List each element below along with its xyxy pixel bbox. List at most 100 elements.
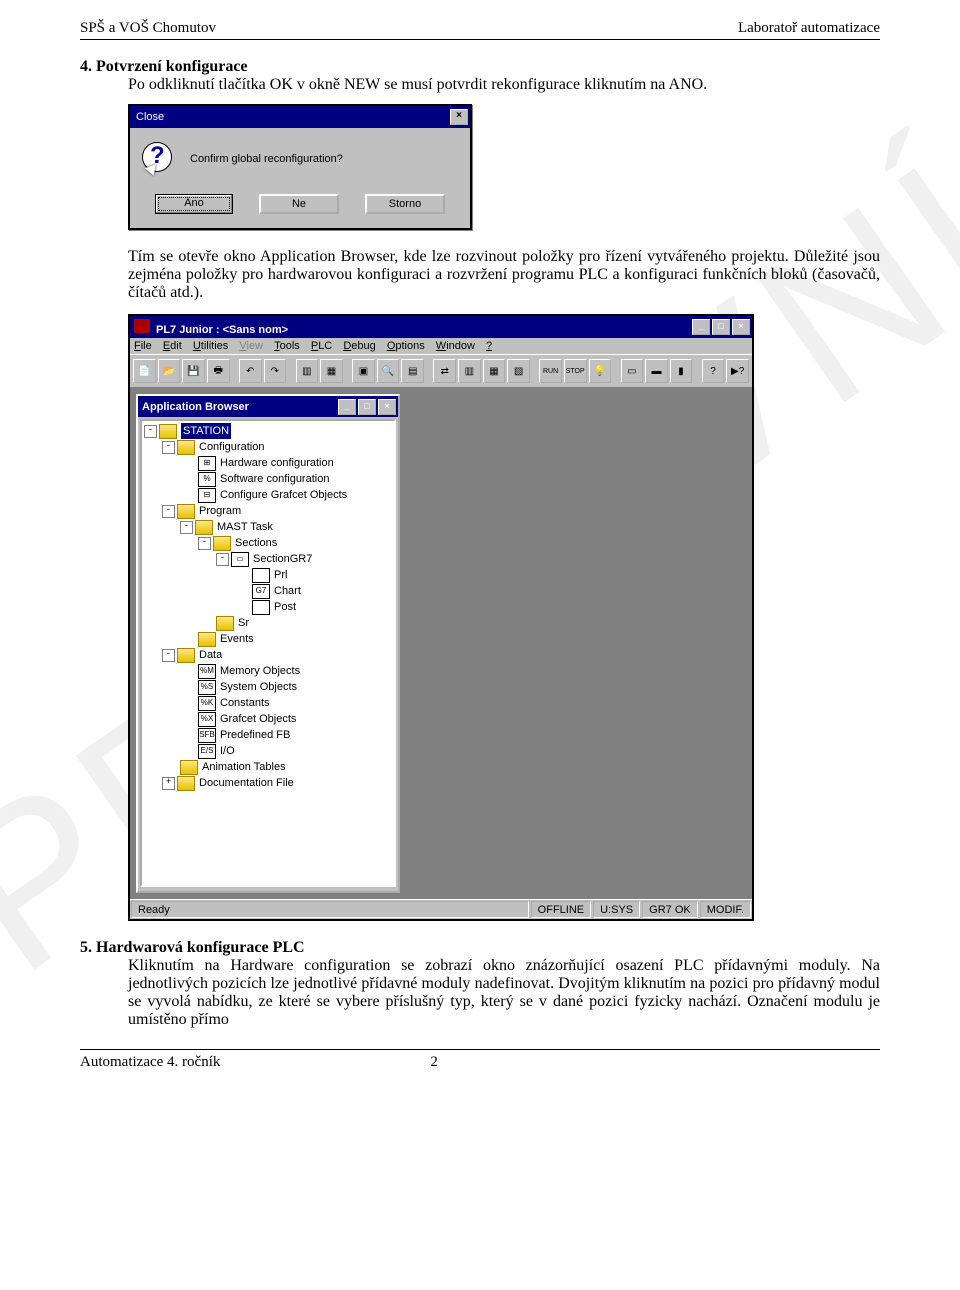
collapse-icon[interactable]: - xyxy=(180,521,193,534)
menu-help[interactable]: ? xyxy=(486,340,492,352)
folder-icon xyxy=(213,536,231,551)
tool-icon[interactable]: ▣ xyxy=(352,359,375,383)
dialog-message: Confirm global reconfiguration? xyxy=(190,153,343,165)
menu-utilities[interactable]: Utilities xyxy=(193,340,228,352)
tree-chart[interactable]: Chart xyxy=(274,583,301,599)
menu-plc[interactable]: PLC xyxy=(311,340,332,352)
collapse-icon[interactable]: - xyxy=(144,425,157,438)
tree-constants[interactable]: Constants xyxy=(220,695,270,711)
collapse-icon[interactable]: - xyxy=(162,441,175,454)
config-icon[interactable]: ▥ xyxy=(296,359,319,383)
collapse-icon[interactable]: - xyxy=(162,649,175,662)
tilev-icon[interactable]: ▮ xyxy=(670,359,693,383)
folder-icon xyxy=(177,504,195,519)
yes-button[interactable]: Ano xyxy=(155,194,233,214)
tree-system[interactable]: System Objects xyxy=(220,679,297,695)
tool-icon[interactable]: ▧ xyxy=(507,359,530,383)
menu-window[interactable]: Window xyxy=(436,340,475,352)
section5-title: 5. Hardwarová konfigurace PLC xyxy=(80,939,880,957)
tree-sectiongr7[interactable]: SectionGR7 xyxy=(253,551,312,567)
close-icon[interactable]: × xyxy=(450,109,468,125)
tree-memory[interactable]: Memory Objects xyxy=(220,663,300,679)
menubar: File Edit Utilities View Tools PLC Debug… xyxy=(130,338,752,354)
close-icon[interactable]: × xyxy=(378,399,396,415)
tree-sections[interactable]: Sections xyxy=(235,535,277,551)
tree-grafcetobj[interactable]: Grafcet Objects xyxy=(220,711,296,727)
hardware-icon: ⊞ xyxy=(198,456,216,471)
data-icon: %S xyxy=(198,680,216,695)
print-icon[interactable]: 🖶 xyxy=(207,359,230,383)
section-icon: ▭ xyxy=(231,552,249,567)
cancel-button[interactable]: Storno xyxy=(365,194,445,214)
data-icon: SFB xyxy=(198,728,216,743)
menu-view[interactable]: View xyxy=(239,340,263,352)
tree-prl[interactable]: Prl xyxy=(274,567,287,583)
collapse-icon[interactable]: - xyxy=(216,553,229,566)
tree-events[interactable]: Events xyxy=(220,631,254,647)
tree-configuration[interactable]: Configuration xyxy=(199,439,264,455)
minimize-icon[interactable]: _ xyxy=(338,399,356,415)
collapse-icon[interactable]: - xyxy=(198,537,211,550)
expand-icon[interactable]: + xyxy=(162,777,175,790)
whatsthis-icon[interactable]: ▶? xyxy=(726,359,749,383)
stop-icon[interactable]: STOP xyxy=(564,359,587,383)
run-icon[interactable]: RUN xyxy=(539,359,562,383)
tree-data[interactable]: Data xyxy=(199,647,222,663)
folder-icon xyxy=(195,520,213,535)
status-gr7: GR7 OK xyxy=(642,901,698,918)
app-browser-window: Application Browser _ □ × -STATION -Conf… xyxy=(136,394,400,893)
menu-options[interactable]: Options xyxy=(387,340,425,352)
status-usys: U:SYS xyxy=(593,901,640,918)
menu-tools[interactable]: Tools xyxy=(274,340,300,352)
tree-hwconfig[interactable]: Hardware configuration xyxy=(220,455,334,471)
status-offline: OFFLINE xyxy=(531,901,591,918)
grafcet-icon: ⊟ xyxy=(198,488,216,503)
page-footer: Automatizace 4. ročník 2 xyxy=(80,1049,880,1071)
app-browser-title: Application Browser xyxy=(142,401,249,413)
find-icon[interactable]: 🔍 xyxy=(377,359,400,383)
menu-edit[interactable]: Edit xyxy=(163,340,182,352)
maximize-icon[interactable]: □ xyxy=(358,399,376,415)
minimize-icon[interactable]: _ xyxy=(692,319,710,335)
tree-swconfig[interactable]: Software configuration xyxy=(220,471,329,487)
tree-predefined[interactable]: Predefined FB xyxy=(220,727,290,743)
tree-mast[interactable]: MAST Task xyxy=(217,519,273,535)
tree-sr[interactable]: Sr xyxy=(238,615,249,631)
close-icon[interactable]: × xyxy=(732,319,750,335)
window-title: PL7 Junior : <Sans nom> xyxy=(156,324,288,336)
status-ready: Ready xyxy=(131,901,529,918)
no-button[interactable]: Ne xyxy=(259,194,339,214)
redo-icon[interactable]: ↷ xyxy=(264,359,287,383)
toolbar: 📄 📂 💾 🖶 ↶ ↷ ▥ ▦ ▣ 🔍 ▤ ⇄ ▥ ▦ ▧ xyxy=(130,354,752,388)
new-icon[interactable]: 📄 xyxy=(133,359,156,383)
anim-icon[interactable]: 💡 xyxy=(589,359,612,383)
tree-io[interactable]: I/O xyxy=(220,743,235,759)
data-icon: %M xyxy=(198,664,216,679)
menu-file[interactable]: File xyxy=(134,340,152,352)
tree-post[interactable]: Post xyxy=(274,599,296,615)
tree-animation[interactable]: Animation Tables xyxy=(202,759,286,775)
tree-grafcetcfg[interactable]: Configure Grafcet Objects xyxy=(220,487,347,503)
footer-page: 2 xyxy=(430,1054,438,1071)
menu-debug[interactable]: Debug xyxy=(343,340,375,352)
undo-icon[interactable]: ↶ xyxy=(239,359,262,383)
help-icon[interactable]: ? xyxy=(702,359,725,383)
open-icon[interactable]: 📂 xyxy=(158,359,181,383)
tree-station[interactable]: STATION xyxy=(181,423,231,439)
maximize-icon[interactable]: □ xyxy=(712,319,730,335)
tool-icon[interactable]: ▥ xyxy=(458,359,481,383)
transfer-icon[interactable]: ⇄ xyxy=(433,359,456,383)
cascade-icon[interactable]: ▭ xyxy=(621,359,644,383)
save-icon[interactable]: 💾 xyxy=(182,359,205,383)
page-icon xyxy=(252,600,270,615)
folder-icon xyxy=(177,776,195,791)
library-icon[interactable]: ▦ xyxy=(320,359,343,383)
tool-icon[interactable]: ▤ xyxy=(401,359,424,383)
tree-documentation[interactable]: Documentation File xyxy=(199,775,294,791)
collapse-icon[interactable]: - xyxy=(162,505,175,518)
header-right: Laboratoř automatizace xyxy=(738,20,880,37)
tool-icon[interactable]: ▦ xyxy=(483,359,506,383)
tree-program[interactable]: Program xyxy=(199,503,241,519)
app-icon xyxy=(134,319,150,333)
tileh-icon[interactable]: ▬ xyxy=(645,359,668,383)
